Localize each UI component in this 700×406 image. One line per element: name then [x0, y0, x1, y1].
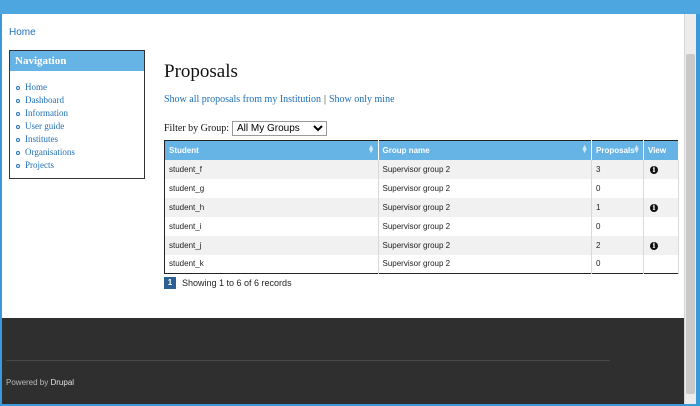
bullet-icon — [16, 98, 20, 103]
navigation-title: Navigation — [10, 51, 144, 71]
cell-view: i — [643, 197, 679, 217]
drupal-link[interactable]: Drupal — [50, 378, 74, 387]
page-title: Proposals — [164, 61, 238, 82]
cell-student: student_g — [164, 178, 379, 198]
show-only-mine-link[interactable]: Show only mine — [329, 94, 395, 105]
column-header-proposals[interactable]: Proposals ▲ ▼ — [591, 140, 644, 160]
powered-by: Powered by Drupal — [6, 378, 75, 387]
nav-item-home[interactable]: Home — [16, 81, 144, 94]
breadcrumb-home-link[interactable]: Home — [9, 27, 36, 38]
window-top-strip — [0, 0, 700, 14]
column-header-view: View — [643, 140, 679, 160]
cell-student: student_f — [164, 159, 379, 179]
nav-item-institutes[interactable]: Institutes — [16, 133, 144, 146]
table-row: student_h Supervisor group 2 1 i — [164, 197, 679, 217]
bullet-icon — [16, 124, 20, 129]
bullet-icon — [16, 111, 20, 116]
cell-student: student_i — [164, 216, 379, 236]
info-icon[interactable]: i — [650, 203, 658, 212]
bullet-icon — [16, 85, 20, 90]
cell-view — [643, 254, 679, 274]
navigation-list: Home Dashboard Information User guide In… — [10, 71, 144, 172]
cell-group-name: Supervisor group 2 — [378, 235, 593, 255]
proposals-table: Student ▲ ▼ Group name ▲ ▼ Proposals ▲ ▼ View … — [164, 140, 679, 274]
table-row: student_k Supervisor group 2 0 — [164, 254, 679, 274]
cell-group-name: Supervisor group 2 — [378, 197, 593, 217]
cell-view — [643, 178, 679, 198]
table-row: student_j Supervisor group 2 2 i — [164, 235, 679, 255]
cell-group-name: Supervisor group 2 — [378, 216, 593, 236]
proposal-filter-links: Show all proposals from my Institution | S… — [164, 94, 395, 105]
page-frame: Home Navigation Home Dashboard Informati… — [2, 14, 684, 404]
group-filter-select[interactable]: All My Groups — [232, 121, 327, 136]
column-header-student[interactable]: Student ▲ ▼ — [164, 140, 379, 160]
table-row: student_g Supervisor group 2 0 — [164, 178, 679, 198]
cell-view — [643, 216, 679, 236]
cell-student: student_k — [164, 254, 379, 274]
breadcrumb: Home — [9, 27, 36, 38]
nav-item-organisations[interactable]: Organisations — [16, 146, 144, 159]
table-row: student_i Supervisor group 2 0 — [164, 216, 679, 236]
cell-proposals: 0 — [591, 254, 644, 274]
filter-label: Filter by Group: — [164, 123, 229, 134]
cell-student: student_j — [164, 235, 379, 255]
table-pager: 1 Showing 1 to 6 of 6 records — [164, 277, 292, 289]
nav-item-user-guide[interactable]: User guide — [16, 120, 144, 133]
cell-proposals: 1 — [591, 197, 644, 217]
cell-proposals: 3 — [591, 159, 644, 179]
cell-student: student_h — [164, 197, 379, 217]
table-header-row: Student ▲ ▼ Group name ▲ ▼ Proposals ▲ ▼ View — [164, 140, 679, 160]
cell-group-name: Supervisor group 2 — [378, 178, 593, 198]
cell-group-name: Supervisor group 2 — [378, 254, 593, 274]
footer-divider — [6, 360, 610, 361]
column-header-group-name[interactable]: Group name ▲ ▼ — [378, 140, 593, 160]
cell-view: i — [643, 235, 679, 255]
sort-icon: ▲ ▼ — [633, 144, 640, 155]
link-separator: | — [323, 94, 326, 105]
info-icon[interactable]: i — [650, 241, 658, 250]
cell-view: i — [643, 159, 679, 179]
page-1-button[interactable]: 1 — [164, 277, 176, 289]
group-filter: Filter by Group: All My Groups — [164, 121, 327, 136]
scrollbar-thumb[interactable] — [686, 54, 695, 394]
cell-proposals: 2 — [591, 235, 644, 255]
table-row: student_f Supervisor group 2 3 i — [164, 159, 679, 179]
cell-proposals: 0 — [591, 216, 644, 236]
footer: Powered by Drupal — [2, 318, 684, 404]
cell-proposals: 0 — [591, 178, 644, 198]
bullet-icon — [16, 150, 20, 155]
nav-item-information[interactable]: Information — [16, 107, 144, 120]
cell-group-name: Supervisor group 2 — [378, 159, 593, 179]
sort-icon: ▲ ▼ — [581, 144, 589, 155]
bullet-icon — [16, 137, 20, 142]
navigation-block: Navigation Home Dashboard Information Us… — [9, 50, 145, 179]
vertical-scrollbar[interactable] — [684, 14, 696, 404]
records-info: Showing 1 to 6 of 6 records — [182, 278, 292, 288]
info-icon[interactable]: i — [650, 165, 658, 174]
bullet-icon — [16, 163, 20, 168]
nav-item-projects[interactable]: Projects — [16, 159, 144, 172]
show-all-proposals-link[interactable]: Show all proposals from my Institution — [164, 94, 321, 105]
nav-item-dashboard[interactable]: Dashboard — [16, 94, 144, 107]
sort-icon: ▲ ▼ — [367, 144, 375, 155]
